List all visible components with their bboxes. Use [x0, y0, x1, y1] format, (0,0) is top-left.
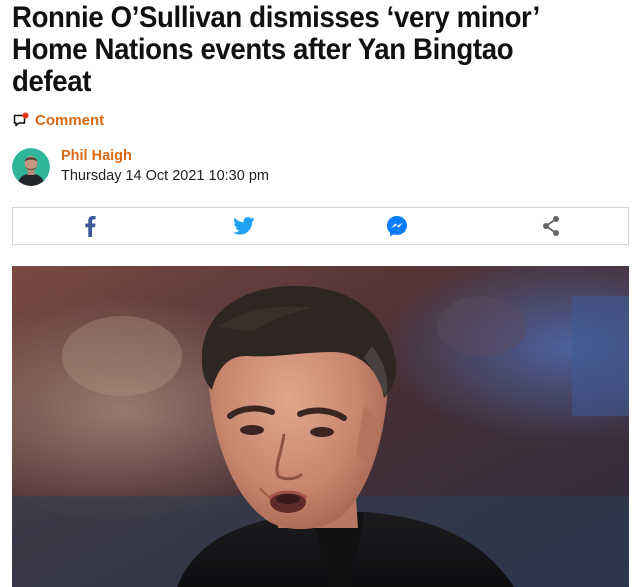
- author-name[interactable]: Phil Haigh: [61, 147, 269, 166]
- messenger-share-button[interactable]: [375, 211, 419, 241]
- facebook-icon: [85, 216, 96, 237]
- share-icon: [543, 216, 560, 236]
- hero-image: [12, 266, 629, 587]
- twitter-share-button[interactable]: [222, 211, 266, 241]
- comment-label: Comment: [35, 111, 105, 129]
- messenger-icon: [387, 216, 408, 237]
- share-bar: [12, 207, 629, 245]
- byline: Phil Haigh Thursday 14 Oct 2021 10:30 pm: [12, 146, 269, 188]
- publish-date: Thursday 14 Oct 2021 10:30 pm: [61, 168, 269, 184]
- facebook-share-button[interactable]: [68, 211, 112, 241]
- author-avatar[interactable]: [12, 148, 50, 186]
- comment-link[interactable]: Comment: [13, 110, 104, 130]
- share-button[interactable]: [529, 211, 573, 241]
- comment-icon: [13, 112, 29, 128]
- article-headline: Ronnie O’Sullivan dismisses ‘very minor’…: [12, 1, 539, 98]
- twitter-icon: [232, 217, 255, 235]
